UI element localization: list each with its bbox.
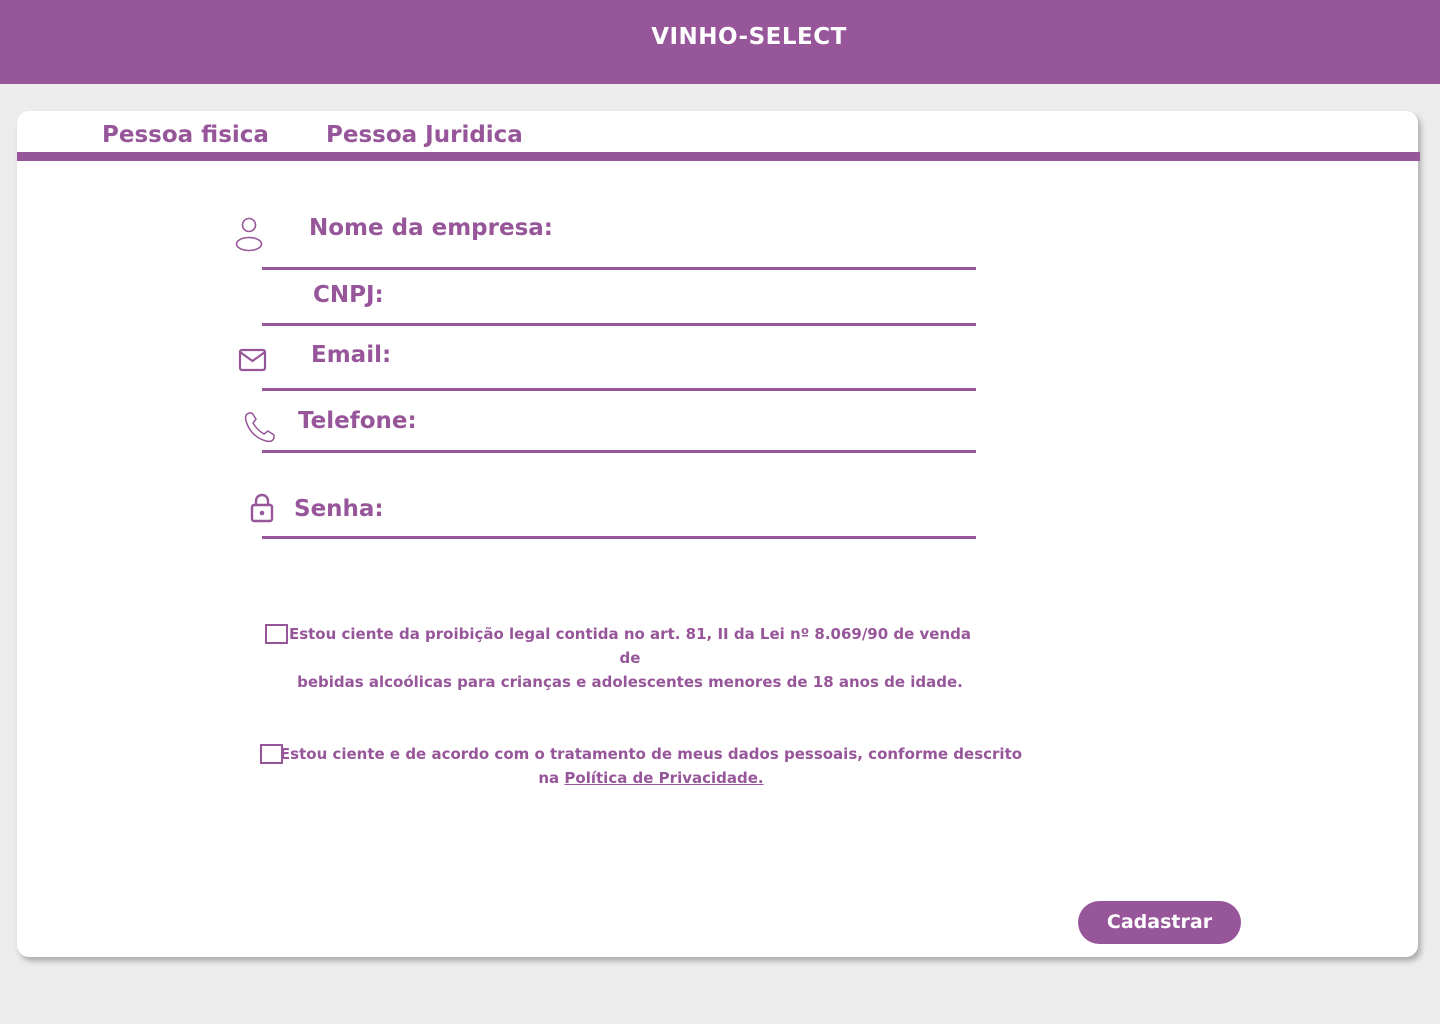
legal-consent-line1: Estou ciente da proibição legal contida … [288,625,972,667]
submit-button[interactable]: Cadastrar [1078,901,1241,944]
tab-underline [17,152,1420,161]
privacy-policy-link[interactable]: Política de Privacidade. [564,769,763,787]
user-icon [235,216,265,252]
company-name-field[interactable] [262,202,976,270]
legal-consent-text: Estou ciente da proibição legal contida … [285,622,975,694]
privacy-consent-text: Estou ciente e de acordo com o tratament… [275,742,1027,790]
cnpj-field[interactable] [262,270,976,326]
privacy-consent-line2: na Política de Privacidade. [275,766,1027,790]
tab-pessoa-fisica[interactable]: Pessoa fisica [102,122,269,148]
password-field[interactable] [262,453,976,539]
email-field[interactable] [262,326,976,391]
privacy-consent-prefix: na [538,769,560,787]
tab-pessoa-juridica[interactable]: Pessoa Juridica [326,122,523,148]
phone-field[interactable] [262,391,976,453]
app-title: VINHO-SELECT [651,24,847,50]
legal-consent-line2: bebidas alcoólicas para crianças e adole… [297,673,963,691]
privacy-consent-line1: Estou ciente e de acordo com o tratament… [279,745,1023,763]
